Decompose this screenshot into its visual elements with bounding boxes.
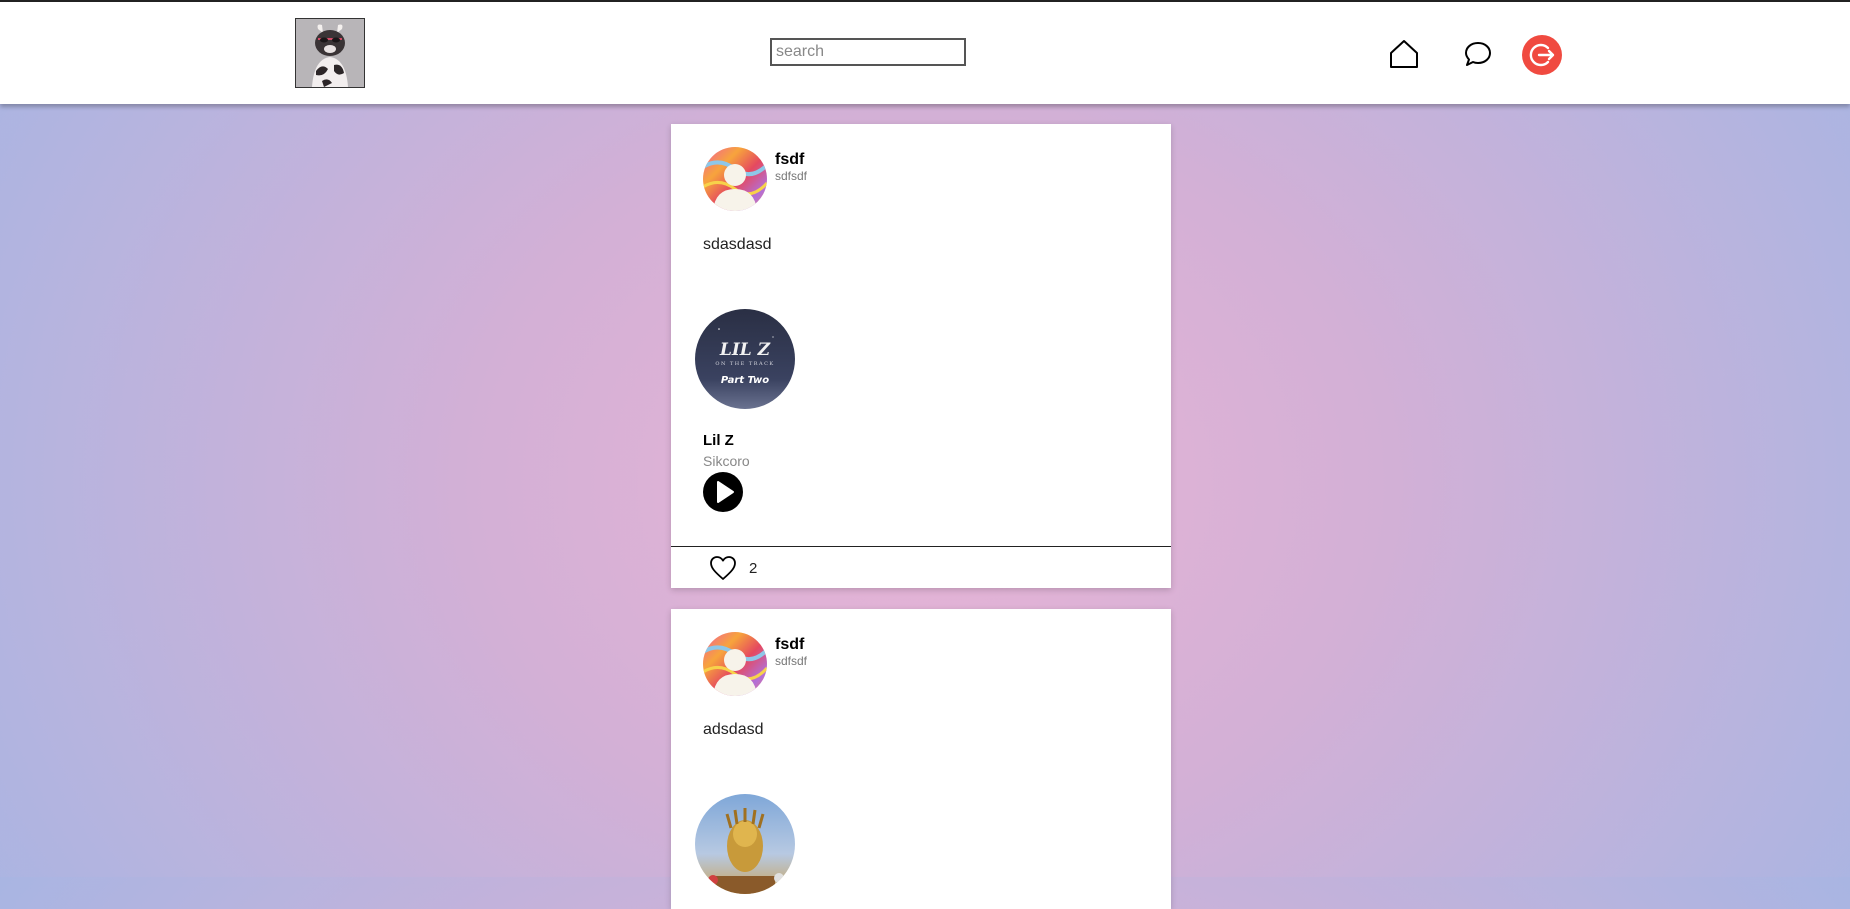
search-input[interactable] bbox=[770, 38, 966, 66]
play-button[interactable] bbox=[703, 472, 743, 512]
post-text: sdasdasd bbox=[703, 236, 772, 253]
user-avatar[interactable] bbox=[703, 147, 767, 211]
post-text: adsdasd bbox=[703, 721, 764, 738]
play-icon bbox=[703, 472, 743, 512]
home-icon bbox=[1390, 40, 1418, 68]
like-button[interactable] bbox=[709, 555, 737, 581]
post-handle: sdfsdf bbox=[775, 169, 808, 183]
top-navbar bbox=[0, 2, 1850, 104]
logout-icon bbox=[1529, 43, 1555, 67]
messages-button[interactable] bbox=[1464, 40, 1492, 68]
song-title: Lil Z bbox=[703, 432, 734, 449]
post-card: fsdf sdfsdf sdasdasd LIL Z ON THE TRACK … bbox=[671, 124, 1171, 588]
song-cover[interactable] bbox=[695, 794, 795, 894]
svg-text:ON THE TRACK: ON THE TRACK bbox=[715, 361, 774, 367]
post-footer-divider bbox=[671, 546, 1171, 547]
post-card: fsdf sdfsdf adsdasd bbox=[671, 609, 1171, 909]
avatar-image bbox=[703, 147, 767, 211]
user-avatar[interactable] bbox=[703, 632, 767, 696]
album-cover-image bbox=[695, 794, 795, 894]
like-count: 2 bbox=[749, 560, 758, 577]
svg-text:LIL Z: LIL Z bbox=[719, 340, 771, 360]
logout-button[interactable] bbox=[1522, 35, 1562, 75]
avatar-image bbox=[703, 632, 767, 696]
home-button[interactable] bbox=[1388, 38, 1420, 70]
site-logo[interactable] bbox=[295, 18, 365, 88]
svg-text:Part Two: Part Two bbox=[721, 375, 769, 386]
album-cover-image: LIL Z ON THE TRACK Part Two bbox=[695, 309, 795, 409]
heart-icon bbox=[710, 556, 736, 580]
post-username[interactable]: fsdf bbox=[775, 636, 804, 654]
song-cover[interactable]: LIL Z ON THE TRACK Part Two bbox=[695, 309, 795, 409]
chat-bubble-icon bbox=[1465, 42, 1491, 66]
cow-logo-icon bbox=[296, 19, 364, 87]
post-handle: sdfsdf bbox=[775, 654, 808, 668]
post-username[interactable]: fsdf bbox=[775, 151, 804, 169]
song-artist: Sikcoro bbox=[703, 453, 750, 469]
